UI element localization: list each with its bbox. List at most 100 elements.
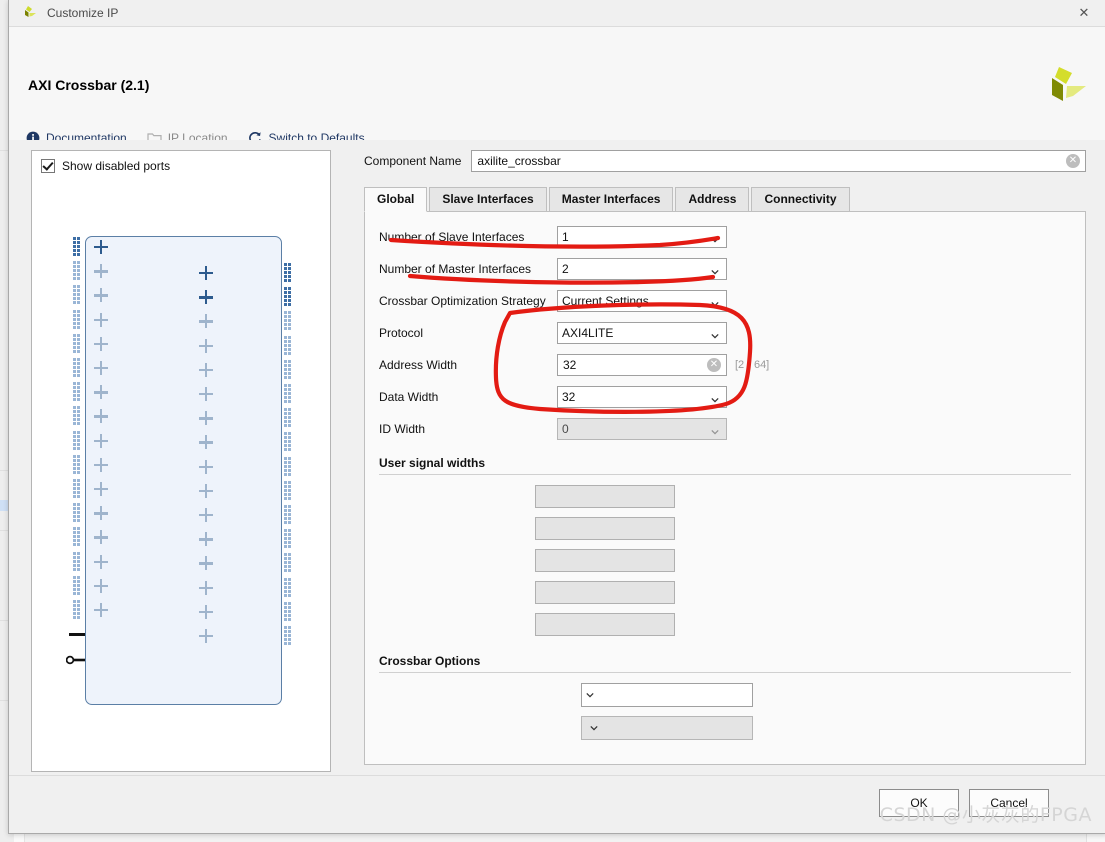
close-icon[interactable]: ✕ (1062, 0, 1105, 26)
master-port-m05_axi[interactable] (190, 382, 213, 406)
field-label: Number of Master Interfaces (379, 262, 532, 276)
slave-port-s07_axi[interactable] (94, 404, 117, 428)
expand-plus-icon[interactable] (94, 433, 108, 448)
slave-port-s14_axi[interactable] (94, 574, 117, 598)
expand-plus-icon[interactable] (199, 338, 213, 353)
expand-plus-icon[interactable] (199, 580, 213, 595)
master-port-m09_axi[interactable] (190, 479, 213, 503)
tab-master-interfaces[interactable]: Master Interfaces (548, 187, 674, 211)
slave-port-s05_axi[interactable] (94, 356, 117, 380)
expand-plus-icon[interactable] (94, 409, 108, 424)
input-address-width[interactable]: 32 ✕ (557, 354, 727, 376)
slave-port-s12_axi[interactable] (94, 525, 117, 549)
master-port-m14_axi[interactable] (190, 600, 213, 624)
expand-plus-icon[interactable] (199, 362, 213, 377)
active-low-reset-pin-icon (65, 654, 85, 665)
expand-plus-icon[interactable] (94, 506, 108, 521)
expand-plus-icon[interactable] (94, 312, 108, 327)
master-port-m07_axi[interactable] (190, 430, 213, 454)
expand-plus-icon[interactable] (199, 483, 213, 498)
slave-port-s03_axi[interactable] (94, 308, 117, 332)
user-signal-input[interactable] (535, 613, 675, 636)
slave-port-s11_axi[interactable] (94, 501, 117, 525)
expand-plus-icon[interactable] (94, 288, 108, 303)
master-port-m00_axi[interactable] (190, 261, 213, 285)
expand-plus-icon[interactable] (94, 554, 108, 569)
tab-connectivity[interactable]: Connectivity (751, 187, 850, 211)
component-name-input[interactable] (471, 150, 1086, 172)
expand-plus-icon[interactable] (199, 629, 213, 643)
expand-plus-icon[interactable] (199, 411, 213, 426)
slave-port-s08_axi[interactable] (94, 429, 117, 453)
select-value: AXI4LITE (562, 326, 614, 340)
select-number-of-master-interfaces[interactable]: 2 (557, 258, 727, 280)
expand-plus-icon[interactable] (199, 459, 213, 474)
slave-port-s04_axi[interactable] (94, 332, 117, 356)
expand-plus-icon[interactable] (94, 578, 108, 593)
master-port-m04_axi[interactable] (190, 358, 213, 382)
master-port-m01_axi[interactable] (190, 285, 213, 309)
ip-symbol-preview-panel: Show disabled ports (31, 150, 331, 772)
tab-global[interactable]: Global (364, 187, 428, 212)
user-signal-input[interactable] (535, 581, 675, 604)
user-signal-input[interactable] (535, 517, 675, 540)
expand-plus-icon[interactable] (94, 361, 108, 375)
slave-port-s01_axi[interactable] (94, 259, 117, 283)
slave-port-s00_axi[interactable] (94, 235, 117, 259)
customize-ip-dialog: Customize IP ✕ AXI Crossbar (2.1) Docume… (8, 0, 1105, 834)
master-port-m08_axi[interactable] (190, 455, 213, 479)
master-port-m12_axi[interactable] (190, 551, 213, 575)
expand-plus-icon[interactable] (199, 604, 213, 619)
select-crossbar-optimization-strategy[interactable]: Current Settings (557, 290, 727, 312)
show-disabled-ports-checkbox[interactable]: Show disabled ports (41, 159, 170, 173)
expand-plus-icon[interactable] (199, 266, 213, 280)
user-signal-row (379, 549, 1071, 572)
expand-plus-icon[interactable] (199, 290, 213, 305)
expand-plus-icon[interactable] (199, 314, 213, 329)
expand-plus-icon[interactable] (94, 336, 108, 351)
master-port-m11_axi[interactable] (190, 527, 213, 551)
select-number-of-slave-interfaces[interactable]: 1 (557, 226, 727, 248)
chevron-down-icon (711, 233, 719, 243)
expand-plus-icon[interactable] (94, 385, 108, 400)
chevron-down-icon (711, 265, 719, 275)
slave-port-s09_axi[interactable] (94, 453, 117, 477)
global-field-list: Number of Slave Interfaces 1 Number of Mas… (379, 226, 1071, 440)
master-port-m06_axi[interactable] (190, 406, 213, 430)
select-data-width[interactable]: 32 (557, 386, 727, 408)
expand-plus-icon[interactable] (199, 508, 213, 522)
field-row: Number of Master Interfaces 2 (379, 258, 1071, 280)
clear-circle-icon[interactable]: ✕ (707, 358, 721, 372)
clear-circle-icon[interactable]: ✕ (1066, 154, 1080, 168)
tab-slave-interfaces[interactable]: Slave Interfaces (429, 187, 547, 211)
slave-port-s02_axi[interactable] (94, 283, 117, 307)
slave-port-s06_axi[interactable] (94, 380, 117, 404)
expand-plus-icon[interactable] (94, 603, 108, 617)
master-port-m02_axi[interactable] (190, 309, 213, 333)
master-port-m03_axi[interactable] (190, 334, 213, 358)
crossbar-option-select[interactable] (581, 683, 753, 707)
expand-plus-icon[interactable] (94, 530, 108, 545)
expand-plus-icon[interactable] (199, 532, 213, 547)
expand-plus-icon[interactable] (199, 387, 213, 401)
slave-port-s13_axi[interactable] (94, 550, 117, 574)
master-port-m10_axi[interactable] (190, 503, 213, 527)
chevron-down-icon (590, 721, 598, 735)
expand-plus-icon[interactable] (94, 457, 108, 472)
master-port-m13_axi[interactable] (190, 576, 213, 600)
expand-plus-icon[interactable] (199, 556, 213, 571)
user-signal-input[interactable] (535, 549, 675, 572)
select-protocol[interactable]: AXI4LITE (557, 322, 727, 344)
expand-plus-icon[interactable] (94, 482, 108, 496)
slave-port-s15_axi[interactable] (94, 598, 117, 622)
master-port-m15_axi[interactable] (190, 624, 213, 648)
tab-address[interactable]: Address (675, 187, 750, 211)
user-signal-widths-list (379, 485, 1071, 636)
expand-plus-icon[interactable] (94, 240, 108, 254)
chevron-down-icon (711, 393, 719, 403)
expand-plus-icon[interactable] (199, 435, 213, 450)
user-signal-input[interactable] (535, 485, 675, 508)
slave-port-s10_axi[interactable] (94, 477, 117, 501)
expand-plus-icon[interactable] (94, 264, 108, 279)
dialog-content: Show disabled ports Component Name ✕ Glo… (9, 140, 1105, 775)
